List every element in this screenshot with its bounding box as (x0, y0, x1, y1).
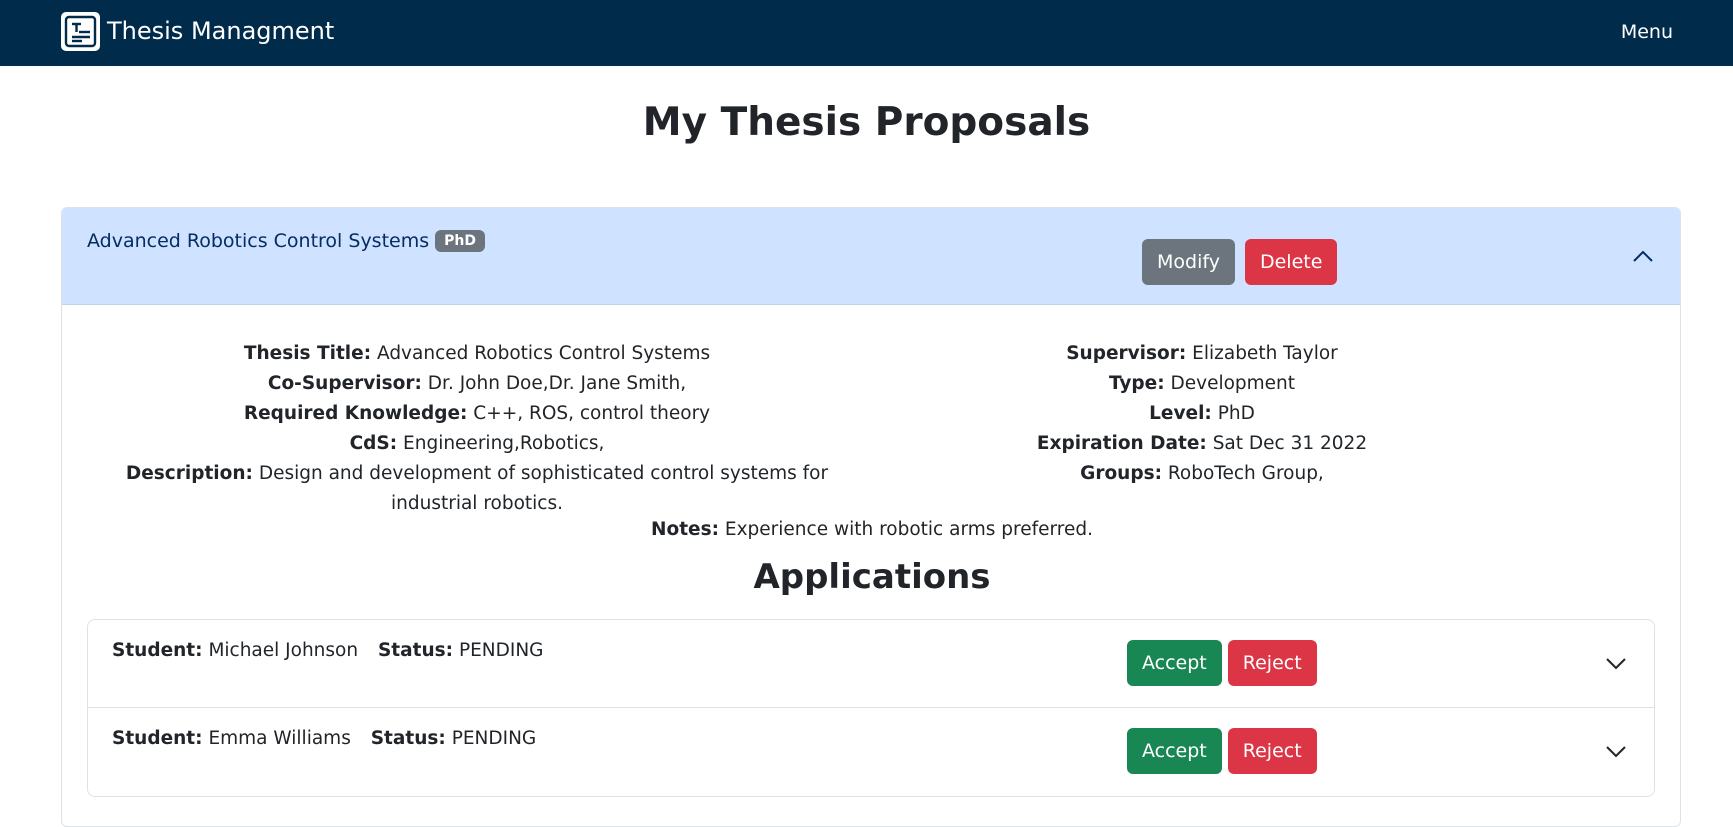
supervisor-value: Elizabeth Taylor (1192, 343, 1338, 364)
details-right: Supervisor: Elizabeth Taylor Type: Devel… (892, 339, 1512, 489)
cds-row: CdS: Engineering,Robotics, (87, 429, 867, 459)
field-label: Co-Supervisor: (267, 373, 422, 394)
proposal-title-text: Advanced Robotics Control Systems (87, 230, 430, 252)
accept-button[interactable]: Accept (1127, 728, 1222, 774)
chevron-up-icon[interactable] (1629, 242, 1657, 270)
type-value: Development (1170, 373, 1296, 394)
details-left: Thesis Title: Advanced Robotics Control … (87, 339, 867, 519)
delete-button[interactable]: Delete (1244, 239, 1338, 285)
navbar: Thesis Managment Menu (0, 0, 1733, 66)
expiration-row: Expiration Date: Sat Dec 31 2022 (892, 429, 1512, 459)
list-item[interactable]: Student: Emma Williams Status: PENDING A… (88, 708, 1654, 796)
application-actions: Accept Reject (1127, 728, 1317, 774)
applications-list: Student: Michael Johnson Status: PENDING… (87, 619, 1655, 797)
field-label: Required Knowledge: (243, 403, 468, 424)
brand-name[interactable]: Thesis Managment (107, 17, 334, 45)
chevron-down-icon[interactable] (1602, 650, 1630, 678)
thesis-title-row: Thesis Title: Advanced Robotics Control … (87, 339, 867, 369)
menu-link[interactable]: Menu (1621, 21, 1673, 43)
field-label: Type: (1108, 373, 1165, 394)
status-value: PENDING (458, 640, 544, 661)
student-name: Emma Williams (208, 728, 351, 749)
application-actions: Accept Reject (1127, 640, 1317, 686)
reject-button[interactable]: Reject (1227, 728, 1317, 774)
field-label: CdS: (349, 433, 398, 454)
level-value: PhD (1217, 403, 1255, 424)
supervisor-row: Supervisor: Elizabeth Taylor (892, 339, 1512, 369)
accept-button[interactable]: Accept (1127, 640, 1222, 686)
proposal-header[interactable]: Advanced Robotics Control Systems PhD Mo… (62, 208, 1680, 305)
required-knowledge-value: C++, ROS, control theory (473, 403, 711, 424)
modify-button[interactable]: Modify (1142, 239, 1235, 285)
level-badge: PhD (435, 230, 485, 252)
field-label: Thesis Title: (243, 343, 372, 364)
notes-value: Experience with robotic arms preferred. (724, 519, 1093, 540)
groups-row: Groups: RoboTech Group, (892, 459, 1512, 489)
groups-value: RoboTech Group, (1167, 463, 1324, 484)
student-label: Student: (112, 728, 203, 749)
list-item[interactable]: Student: Michael Johnson Status: PENDING… (88, 620, 1654, 708)
type-row: Type: Development (892, 369, 1512, 399)
proposal-title: Advanced Robotics Control Systems PhD (87, 230, 485, 252)
field-label: Groups: (1080, 463, 1162, 484)
proposal-card: Advanced Robotics Control Systems PhD Mo… (61, 207, 1681, 827)
description-value: Design and development of sophisticated … (258, 463, 829, 514)
applications-title: Applications (753, 557, 991, 597)
expiration-value: Sat Dec 31 2022 (1212, 433, 1368, 454)
level-row: Level: PhD (892, 399, 1512, 429)
status-label: Status: (377, 640, 454, 661)
status-value: PENDING (451, 728, 537, 749)
chevron-down-icon[interactable] (1602, 738, 1630, 766)
field-label: Expiration Date: (1036, 433, 1207, 454)
field-label: Supervisor: (1066, 343, 1187, 364)
description-row: Description: Design and development of s… (87, 459, 867, 519)
required-knowledge-row: Required Knowledge: C++, ROS, control th… (87, 399, 867, 429)
thesis-logo-icon (61, 11, 100, 51)
proposal-actions: Modify Delete (1142, 239, 1338, 285)
brand[interactable]: Thesis Managment (61, 11, 334, 51)
notes-row: Notes: Experience with robotic arms pref… (62, 519, 1680, 540)
co-supervisor-row: Co-Supervisor: Dr. John Doe,Dr. Jane Smi… (87, 369, 867, 399)
application-summary: Student: Emma Williams Status: PENDING (112, 728, 536, 749)
page-title: My Thesis Proposals (642, 100, 1091, 145)
field-label: Level: (1149, 403, 1212, 424)
field-label: Notes: (651, 519, 720, 540)
cds-value: Engineering,Robotics, (403, 433, 605, 454)
application-summary: Student: Michael Johnson Status: PENDING (112, 640, 544, 661)
status-label: Status: (370, 728, 446, 749)
student-label: Student: (112, 640, 203, 661)
reject-button[interactable]: Reject (1227, 640, 1317, 686)
co-supervisor-value: Dr. John Doe,Dr. Jane Smith, (427, 373, 687, 394)
student-name: Michael Johnson (208, 640, 359, 661)
field-label: Description: (125, 463, 253, 484)
thesis-title-value: Advanced Robotics Control Systems (376, 343, 711, 364)
